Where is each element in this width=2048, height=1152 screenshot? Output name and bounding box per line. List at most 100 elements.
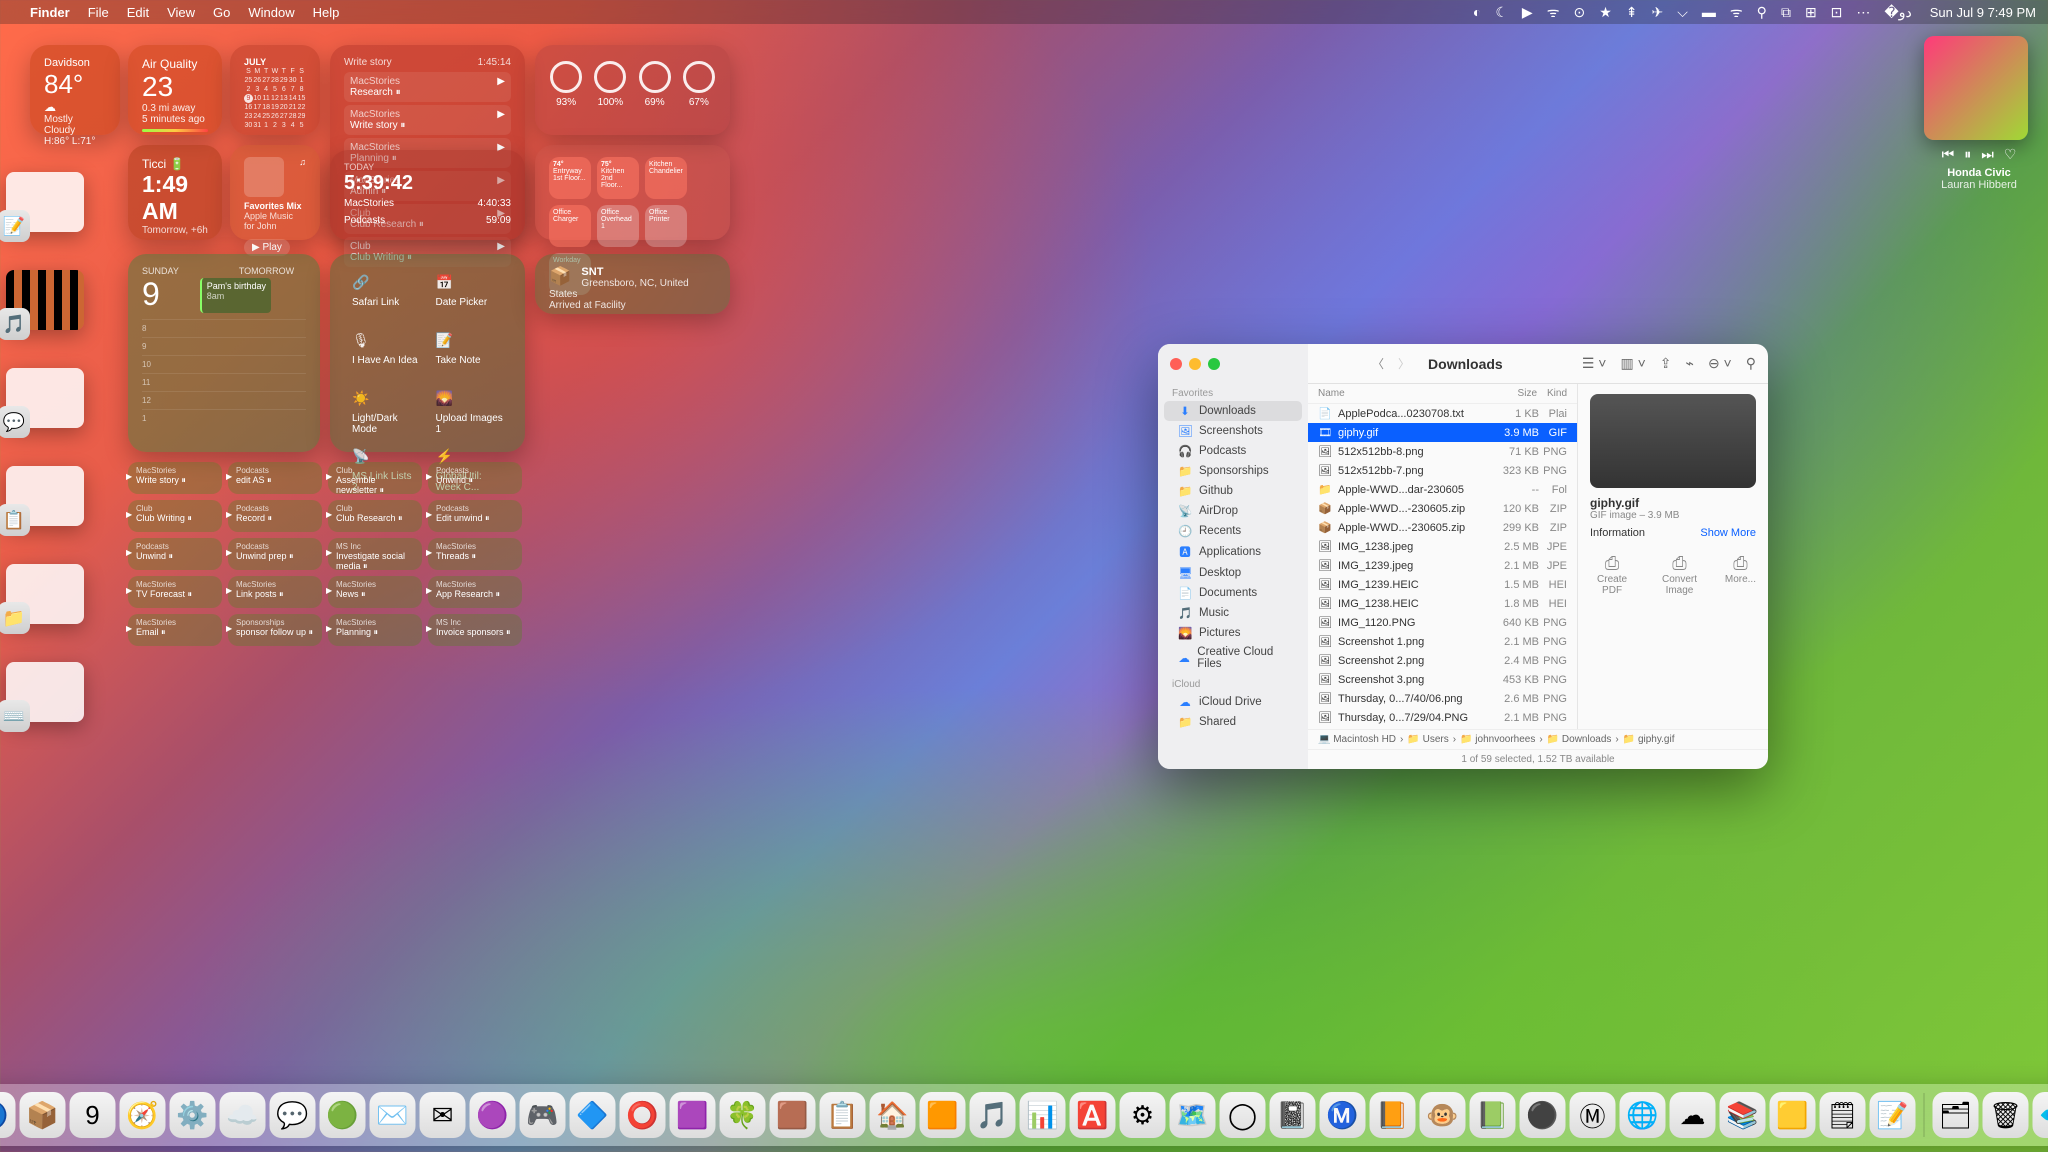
- status-icon[interactable]: ⋯: [1856, 4, 1870, 21]
- sidebar-item[interactable]: 🎵Music: [1164, 603, 1302, 623]
- dock-app[interactable]: 🗂: [1933, 1092, 1979, 1138]
- dock-app[interactable]: 🅰️: [1070, 1092, 1116, 1138]
- sidebar-item[interactable]: ☁iCloud Drive: [1164, 692, 1302, 712]
- home-widget[interactable]: 74°Entryway 1st Floor...75°Kitchen 2nd F…: [535, 145, 730, 240]
- finder-window[interactable]: Favorites ⬇Downloads🖼Screenshots🎧Podcast…: [1158, 344, 1768, 769]
- dock-app[interactable]: ⭕: [620, 1092, 666, 1138]
- home-tile[interactable]: 74°Entryway 1st Floor...: [549, 157, 591, 199]
- dock-app[interactable]: ✉︎: [420, 1092, 466, 1138]
- app-menu[interactable]: Finder: [30, 5, 70, 20]
- share-button[interactable]: ⇪: [1660, 355, 1672, 372]
- shipment-widget[interactable]: 📦 SNT Greensboro, NC, United States Arri…: [535, 254, 730, 314]
- home-tile[interactable]: Office Printer: [645, 205, 687, 247]
- path-segment[interactable]: 📁 Downloads: [1547, 734, 1612, 745]
- timer-tile[interactable]: ▶MacStoriesApp Research ⏸: [428, 576, 522, 608]
- search-icon[interactable]: ⚲: [1757, 4, 1767, 21]
- sidebar-item[interactable]: 🌄Pictures: [1164, 623, 1302, 643]
- search-button[interactable]: ⚲: [1746, 355, 1756, 372]
- status-icon[interactable]: ◐: [1473, 4, 1481, 20]
- sidebar-item[interactable]: 🖥Desktop: [1164, 563, 1302, 583]
- task-row[interactable]: MacStoriesResearch ⏸▶: [344, 72, 511, 102]
- pause-button[interactable]: ⏸: [1964, 146, 1971, 163]
- tag-button[interactable]: ⌁: [1686, 355, 1694, 372]
- dock-app[interactable]: 🟢: [320, 1092, 366, 1138]
- like-button[interactable]: ♡: [2004, 146, 2017, 163]
- menu-go[interactable]: Go: [213, 5, 230, 20]
- file-row[interactable]: 🎞giphy.gif3.9 MBGIF: [1308, 423, 1577, 442]
- dock-app[interactable]: 🏠: [870, 1092, 916, 1138]
- timer-tile[interactable]: ▶PodcastsUnwind prep ⏸: [228, 538, 322, 570]
- dock-app[interactable]: 🌐: [1620, 1092, 1666, 1138]
- home-tile[interactable]: Office Overhead 1: [597, 205, 639, 247]
- file-row[interactable]: 📁Apple-WWD...dar-230605--Fol: [1308, 480, 1577, 499]
- dock-app[interactable]: 📊: [1020, 1092, 1066, 1138]
- status-icon[interactable]: ᯤ: [1547, 3, 1560, 22]
- timer-tile[interactable]: ▶Sponsorshipssponsor follow up ⏸: [228, 614, 322, 646]
- dock-app[interactable]: 🟨: [1770, 1092, 1816, 1138]
- shortcuts-widget[interactable]: 🔗Safari Link📅Date Picker🎙I Have An Idea📝…: [330, 254, 525, 452]
- timer-tile[interactable]: ▶PodcastsUnwind ⏸: [128, 538, 222, 570]
- forward-button[interactable]: 〉: [1398, 355, 1410, 372]
- dock-app[interactable]: Ⓜ️: [1320, 1092, 1366, 1138]
- dock-app[interactable]: ◯: [1220, 1092, 1266, 1138]
- timer-tile[interactable]: ▶Podcastsedit AS ⏸: [228, 462, 322, 494]
- shortcut-cell[interactable]: 🎙I Have An Idea: [344, 324, 428, 382]
- timer-tile[interactable]: ▶MacStoriesWrite story ⏸: [128, 462, 222, 494]
- timer-tile[interactable]: ▶ClubAssemble newsletter ⏸: [328, 462, 422, 494]
- sidebar-item[interactable]: 🕘Recents: [1164, 521, 1302, 541]
- timer-tile[interactable]: ▶MacStoriesPlanning ⏸: [328, 614, 422, 646]
- file-row[interactable]: 🖼512x512bb-8.png71 KBPNG: [1308, 442, 1577, 461]
- path-bar[interactable]: 💻 Macintosh HD›📁 Users›📁 johnvoorhees›📁 …: [1308, 729, 1768, 749]
- status-icon[interactable]: ⌵: [1677, 4, 1688, 21]
- status-icon[interactable]: ⧉: [1781, 4, 1791, 21]
- dock-app[interactable]: 📝: [1870, 1092, 1916, 1138]
- sidebar-item[interactable]: ☁Creative Cloud Files: [1164, 643, 1302, 673]
- dock-app[interactable]: 🍀: [720, 1092, 766, 1138]
- stage-window[interactable]: 🎵: [6, 270, 84, 330]
- prev-button[interactable]: ⏮: [1942, 146, 1955, 163]
- battery-widget[interactable]: 93%100%69%67%: [535, 45, 730, 135]
- file-row[interactable]: 🖼IMG_1239.jpeg2.1 MBJPE: [1308, 556, 1577, 575]
- file-row[interactable]: 🖼IMG_1238.HEIC1.8 MBHEI: [1308, 594, 1577, 613]
- now-playing-widget[interactable]: ⏮ ⏸ ⏭ ♡ Honda Civic Lauran Hibberd: [1924, 36, 2034, 191]
- dock-app[interactable]: ⚙️: [170, 1092, 216, 1138]
- dock-app[interactable]: 📓: [1270, 1092, 1316, 1138]
- dock-app[interactable]: 🗺️: [1170, 1092, 1216, 1138]
- weather-widget[interactable]: Davidson 84° ☁︎ Mostly Cloudy H:86° L:71…: [30, 45, 120, 135]
- sidebar-item[interactable]: 📁Shared: [1164, 712, 1302, 732]
- quick-action[interactable]: ⎙Convert Image: [1652, 553, 1707, 596]
- sidebar-item[interactable]: 📁Github: [1164, 481, 1302, 501]
- quick-action[interactable]: ⎙Create PDF: [1590, 553, 1634, 596]
- timer-tile[interactable]: ▶MS IncInvestigate social media ⏸: [328, 538, 422, 570]
- dock-app[interactable]: 📙: [1370, 1092, 1416, 1138]
- dock-app[interactable]: ☁︎: [1670, 1092, 1716, 1138]
- air-quality-widget[interactable]: Air Quality 23 0.3 mi away 5 minutes ago: [128, 45, 222, 135]
- world-clock-widget[interactable]: Ticci 🔋 1:49 AM Tomorrow, +6h: [128, 145, 222, 240]
- status-icon[interactable]: ⊡: [1831, 4, 1843, 21]
- podcast-widget[interactable]: TODAY 5:39:42 MacStories4:40:33Podcasts5…: [330, 150, 525, 240]
- timer-tile[interactable]: ▶PodcastsUnwind ⏸: [428, 462, 522, 494]
- sidebar-item[interactable]: 🅰Applications: [1164, 541, 1302, 563]
- dock-app[interactable]: 🧭: [120, 1092, 166, 1138]
- dock-app[interactable]: ✉️: [370, 1092, 416, 1138]
- status-icon[interactable]: ▶: [1522, 4, 1533, 21]
- action-button[interactable]: ⊖ ˅: [1708, 355, 1732, 372]
- clock[interactable]: Sun Jul 9 7:49 PM: [1930, 5, 2036, 20]
- dock-app[interactable]: 📦: [20, 1092, 66, 1138]
- shortcut-cell[interactable]: ☀️Light/Dark Mode: [344, 382, 428, 440]
- dock-app[interactable]: 🎮: [520, 1092, 566, 1138]
- dock-app[interactable]: 📚: [1720, 1092, 1766, 1138]
- menu-edit[interactable]: Edit: [127, 5, 149, 20]
- timer-tile[interactable]: ▶PodcastsRecord ⏸: [228, 500, 322, 532]
- home-tile[interactable]: Office Charger: [549, 205, 591, 247]
- status-icon[interactable]: ☾: [1495, 4, 1508, 21]
- dock-app[interactable]: 🎵: [970, 1092, 1016, 1138]
- status-icon[interactable]: ✈: [1652, 4, 1664, 21]
- file-row[interactable]: 🖼Thursday, 0...7/40/06.png2.6 MBPNG: [1308, 689, 1577, 708]
- file-row[interactable]: 🖼Screenshot 3.png453 KBPNG: [1308, 670, 1577, 689]
- path-segment[interactable]: 📁 johnvoorhees: [1460, 734, 1535, 745]
- dock-app[interactable]: ⚫: [1520, 1092, 1566, 1138]
- menu-file[interactable]: File: [88, 5, 109, 20]
- home-tile[interactable]: 75°Kitchen 2nd Floor...: [597, 157, 639, 199]
- dock-app[interactable]: 🗑: [1983, 1092, 2029, 1138]
